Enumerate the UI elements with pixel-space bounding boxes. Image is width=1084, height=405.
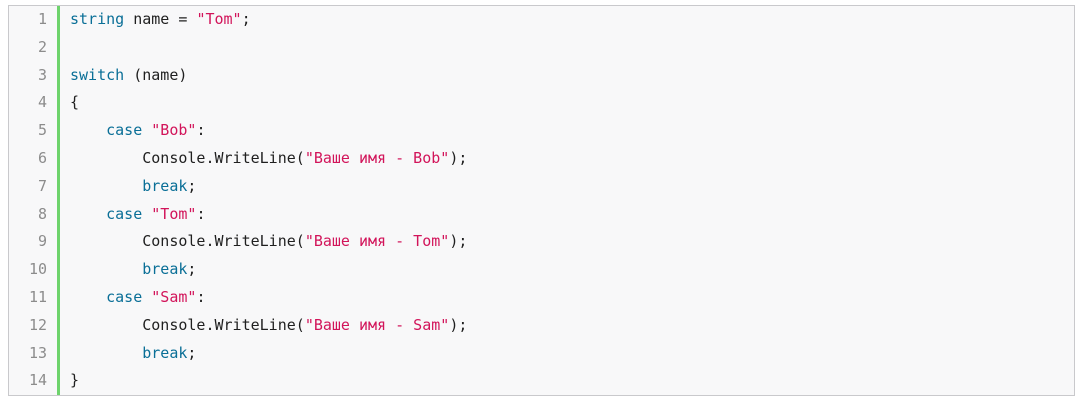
- code-line: break;: [70, 339, 196, 367]
- code-line: break;: [70, 172, 196, 200]
- code-line: break;: [70, 255, 196, 283]
- code-token: Console.WriteLine(: [70, 149, 305, 167]
- string-token: "Tom": [196, 10, 242, 28]
- gutter-divider: [57, 6, 60, 395]
- code-line: switch (name): [70, 61, 187, 89]
- code-token: {: [70, 93, 80, 112]
- string-token: "Sam": [151, 288, 197, 306]
- code-token: :: [196, 204, 206, 223]
- keyword-token: break: [142, 176, 188, 195]
- keyword-token: break: [142, 260, 188, 279]
- string-token: "Ваше имя - Bob": [304, 149, 450, 167]
- line-number: 10: [28, 260, 47, 279]
- line-number: 5: [37, 121, 47, 140]
- line-number: 11: [28, 288, 47, 306]
- string-token: "Ваше имя - Sam": [304, 315, 450, 334]
- code-token: ;: [187, 260, 197, 279]
- keyword-token: case: [106, 288, 143, 306]
- code-line: Console.WriteLine("Ваше имя - Sam");: [70, 311, 467, 339]
- code-line: case "Bob":: [70, 116, 205, 144]
- line-number: 2: [37, 37, 47, 56]
- code-line: case "Tom":: [70, 200, 205, 228]
- keyword-token: switch: [70, 65, 125, 84]
- code-token: ;: [187, 343, 197, 362]
- code-block: 1 2 3 4 5 6 7 8 9 10 11 12 13 14 string name = "Tom";…: [8, 5, 1075, 396]
- line-number: 8: [37, 204, 47, 223]
- code-line: case "Sam":: [70, 283, 205, 311]
- code-token: (name): [124, 65, 188, 84]
- code-token: ;: [241, 10, 251, 28]
- line-number: 7: [37, 176, 47, 195]
- keyword-token: string: [70, 10, 125, 28]
- keyword-token: break: [142, 343, 188, 362]
- line-number: 3: [37, 65, 47, 84]
- keyword-token: case: [106, 204, 143, 223]
- line-number: 1: [37, 10, 47, 28]
- line-number: 9: [37, 232, 47, 251]
- code-line: string name = "Tom";: [70, 5, 251, 33]
- code-token: name =: [124, 10, 197, 28]
- code-line: Console.WriteLine("Ваше имя - Tom");: [70, 227, 467, 255]
- code-line: {: [70, 88, 79, 116]
- line-number: 4: [37, 93, 47, 112]
- code-line: Console.WriteLine("Ваше имя - Bob");: [70, 144, 467, 172]
- string-token: "Tom": [151, 204, 197, 223]
- code-token: ;: [187, 176, 197, 195]
- line-number: 6: [37, 149, 47, 167]
- line-number: 13: [28, 343, 47, 362]
- code-token: Console.WriteLine(: [70, 315, 305, 334]
- code-token: Console.WriteLine(: [70, 232, 305, 251]
- code-token: );: [449, 149, 468, 167]
- code-token: );: [449, 232, 468, 251]
- code-line: }: [70, 366, 79, 394]
- code-token: }: [70, 371, 80, 390]
- string-token: "Bob": [151, 121, 197, 140]
- keyword-token: case: [106, 121, 143, 140]
- code-token: );: [449, 315, 468, 334]
- code-token: :: [196, 121, 206, 140]
- code-token: :: [196, 288, 206, 306]
- line-number: 14: [28, 371, 47, 390]
- string-token: "Ваше имя - Tom": [304, 232, 450, 251]
- line-number-gutter: 1 2 3 4 5 6 7 8 9 10 11 12 13 14: [9, 6, 57, 395]
- line-number: 12: [28, 315, 47, 334]
